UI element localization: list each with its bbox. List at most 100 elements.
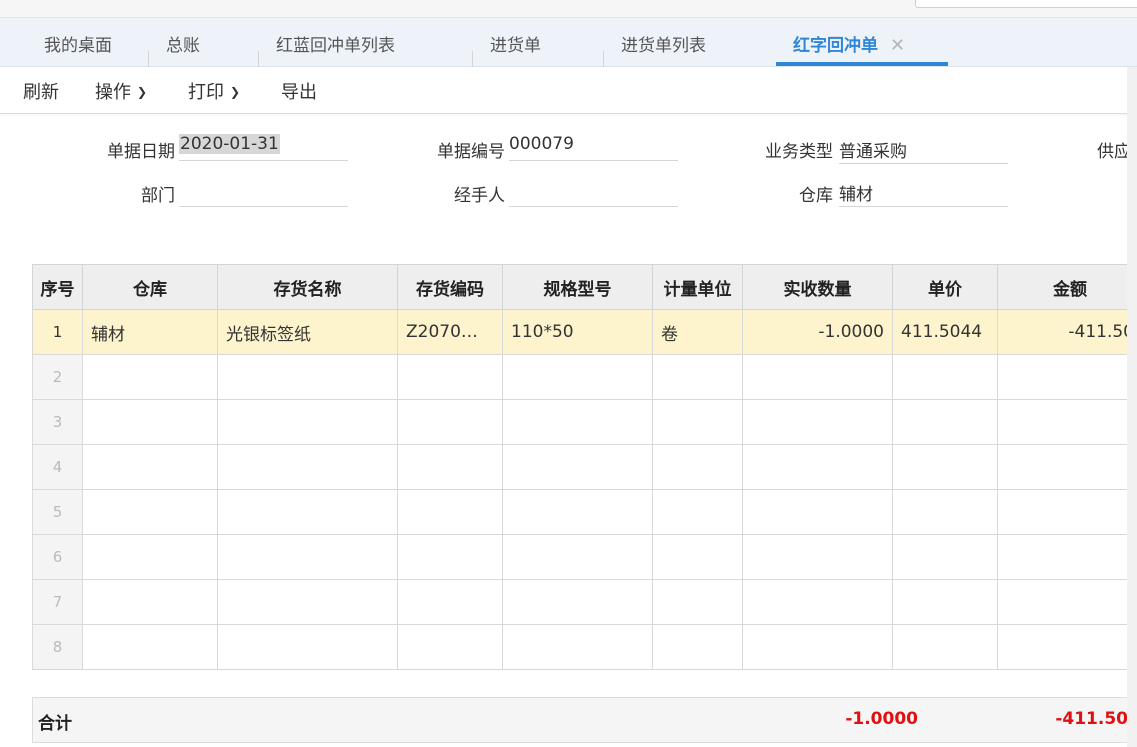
empty-cell[interactable] (83, 490, 218, 535)
operate-menu-button[interactable]: 操作❯ (95, 78, 147, 104)
cell-warehouse[interactable]: 辅材 (83, 310, 218, 355)
cell-item-name[interactable]: 光银标签纸 (218, 310, 398, 355)
empty-cell[interactable] (743, 400, 893, 445)
empty-cell[interactable] (743, 445, 893, 490)
empty-cell[interactable] (83, 445, 218, 490)
empty-cell[interactable] (998, 355, 1137, 400)
empty-cell[interactable] (998, 490, 1137, 535)
empty-cell[interactable] (83, 535, 218, 580)
table-row[interactable]: 8 (33, 625, 1137, 670)
empty-cell[interactable] (398, 445, 503, 490)
table-row[interactable]: 7 (33, 580, 1137, 625)
empty-cell[interactable] (743, 625, 893, 670)
number-field[interactable]: 000079 (509, 134, 678, 161)
empty-cell[interactable] (503, 445, 653, 490)
empty-cell[interactable] (218, 355, 398, 400)
empty-cell[interactable] (743, 580, 893, 625)
export-button[interactable]: 导出 (281, 78, 317, 104)
empty-cell[interactable] (893, 535, 998, 580)
empty-cell[interactable] (503, 490, 653, 535)
empty-cell[interactable] (398, 490, 503, 535)
tab-red-blue-list[interactable]: 红蓝回冲单列表 (276, 18, 395, 66)
table-row[interactable]: 5 (33, 490, 1137, 535)
empty-cell[interactable] (998, 445, 1137, 490)
tab-my-desktop[interactable]: 我的桌面 (44, 18, 112, 66)
empty-cell[interactable] (218, 400, 398, 445)
empty-cell[interactable] (218, 490, 398, 535)
col-header-quantity[interactable]: 实收数量 (743, 265, 893, 310)
empty-cell[interactable] (653, 445, 743, 490)
empty-cell[interactable] (398, 580, 503, 625)
empty-cell[interactable] (893, 625, 998, 670)
col-header-spec[interactable]: 规格型号 (503, 265, 653, 310)
top-search-box[interactable] (915, 0, 1137, 8)
table-row[interactable]: 3 (33, 400, 1137, 445)
table-row[interactable]: 4 (33, 445, 1137, 490)
close-icon[interactable]: ✕ (890, 35, 905, 56)
date-field[interactable]: 2020-01-31 (179, 134, 348, 161)
empty-cell[interactable] (743, 535, 893, 580)
table-row[interactable]: 2 (33, 355, 1137, 400)
handler-field[interactable] (509, 180, 678, 207)
empty-cell[interactable] (503, 355, 653, 400)
cell-amount[interactable]: -411.50 (998, 310, 1137, 355)
tab-general-ledger[interactable]: 总账 (166, 18, 200, 66)
empty-cell[interactable] (218, 580, 398, 625)
tab-purchase-order[interactable]: 进货单 (490, 18, 541, 66)
col-header-item-code[interactable]: 存货编码 (398, 265, 503, 310)
empty-cell[interactable] (893, 355, 998, 400)
cell-unit[interactable]: 卷 (653, 310, 743, 355)
empty-cell[interactable] (83, 625, 218, 670)
empty-cell[interactable] (398, 535, 503, 580)
table-row[interactable]: 1 辅材 光银标签纸 Z2070… 110*50 卷 -1.0000 411.5… (33, 310, 1137, 355)
empty-cell[interactable] (83, 355, 218, 400)
empty-cell[interactable] (83, 580, 218, 625)
empty-cell[interactable] (998, 625, 1137, 670)
department-field[interactable] (179, 180, 348, 207)
col-header-unit[interactable]: 计量单位 (653, 265, 743, 310)
empty-cell[interactable] (83, 400, 218, 445)
empty-cell[interactable] (653, 580, 743, 625)
empty-cell[interactable] (398, 625, 503, 670)
col-header-item-name[interactable]: 存货名称 (218, 265, 398, 310)
empty-cell[interactable] (998, 580, 1137, 625)
empty-cell[interactable] (398, 400, 503, 445)
tab-purchase-order-list[interactable]: 进货单列表 (621, 18, 706, 66)
col-header-amount[interactable]: 金额 (998, 265, 1137, 310)
empty-cell[interactable] (218, 445, 398, 490)
refresh-button[interactable]: 刷新 (23, 78, 59, 104)
empty-cell[interactable] (653, 355, 743, 400)
empty-cell[interactable] (503, 580, 653, 625)
cell-item-code[interactable]: Z2070… (398, 310, 503, 355)
empty-cell[interactable] (398, 355, 503, 400)
empty-cell[interactable] (653, 490, 743, 535)
cell-quantity[interactable]: -1.0000 (743, 310, 893, 355)
empty-cell[interactable] (893, 490, 998, 535)
empty-cell[interactable] (653, 400, 743, 445)
empty-cell[interactable] (893, 445, 998, 490)
warehouse-field[interactable]: 辅材 (839, 180, 1008, 207)
biztype-field[interactable]: 普通采购 (839, 137, 1008, 164)
empty-cell[interactable] (503, 625, 653, 670)
cell-spec[interactable]: 110*50 (503, 310, 653, 355)
empty-cell[interactable] (218, 535, 398, 580)
empty-cell[interactable] (743, 490, 893, 535)
empty-cell[interactable] (503, 400, 653, 445)
col-header-index[interactable]: 序号 (33, 265, 83, 310)
empty-cell[interactable] (218, 625, 398, 670)
empty-cell[interactable] (653, 625, 743, 670)
empty-cell[interactable] (653, 535, 743, 580)
empty-cell[interactable] (998, 400, 1137, 445)
table-row[interactable]: 6 (33, 535, 1137, 580)
vertical-scrollbar[interactable] (1127, 67, 1137, 747)
tab-red-reversal[interactable]: 红字回冲单✕ (793, 18, 905, 66)
col-header-price[interactable]: 单价 (893, 265, 998, 310)
cell-price[interactable]: 411.5044 (893, 310, 998, 355)
empty-cell[interactable] (503, 535, 653, 580)
empty-cell[interactable] (893, 580, 998, 625)
empty-cell[interactable] (893, 400, 998, 445)
col-header-warehouse[interactable]: 仓库 (83, 265, 218, 310)
print-menu-button[interactable]: 打印❯ (188, 78, 240, 104)
empty-cell[interactable] (998, 535, 1137, 580)
empty-cell[interactable] (743, 355, 893, 400)
